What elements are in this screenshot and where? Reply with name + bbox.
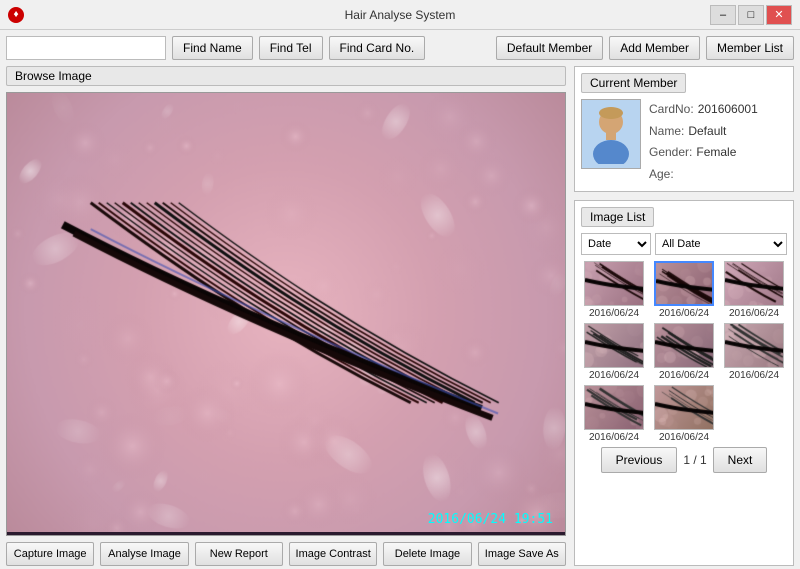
- thumbnail-item[interactable]: 2016/06/24: [651, 323, 717, 381]
- pagination: Previous 1 / 1 Next: [581, 447, 787, 473]
- right-panel: Current Member: [574, 66, 794, 566]
- image-list-label: Image List: [581, 207, 654, 227]
- thumbnail-image: [654, 261, 714, 306]
- thumbnail-item[interactable]: 2016/06/24: [581, 385, 647, 443]
- image-timestamp: 2016/06/24 19:51: [428, 512, 553, 527]
- member-list-button[interactable]: Member List: [706, 36, 794, 60]
- thumbnail-date: 2016/06/24: [589, 370, 639, 381]
- card-no-label: CardNo:: [649, 99, 694, 121]
- thumbnail-grid: 2016/06/24 2016/06/24 2016/06/24 2016/06/24…: [581, 261, 787, 443]
- image-save-as-button[interactable]: Image Save As: [478, 542, 566, 566]
- delete-image-button[interactable]: Delete Image: [383, 542, 471, 566]
- maximize-button[interactable]: □: [738, 5, 764, 25]
- card-no-value: 201606001: [698, 99, 758, 121]
- thumbnail-date: 2016/06/24: [659, 370, 709, 381]
- current-member-section: Current Member: [574, 66, 794, 192]
- find-card-no-button[interactable]: Find Card No.: [329, 36, 426, 60]
- title-bar-left: ♦: [8, 7, 24, 23]
- thumbnail-item[interactable]: 2016/06/24: [721, 261, 787, 319]
- next-button[interactable]: Next: [713, 447, 768, 473]
- search-input[interactable]: [6, 36, 166, 60]
- add-member-button[interactable]: Add Member: [609, 36, 700, 60]
- analyse-image-button[interactable]: Analyse Image: [100, 542, 188, 566]
- thumbnail-canvas: [655, 324, 714, 368]
- image-display: 2016/06/24 19:51: [6, 92, 566, 536]
- thumbnail-image: [584, 323, 644, 368]
- all-date-filter-select[interactable]: All Date 2016/06 2016/05: [655, 233, 787, 255]
- thumbnail-date: 2016/06/24: [659, 308, 709, 319]
- hair-image-canvas: [7, 93, 565, 532]
- top-bar-right: Default Member Add Member Member List: [496, 36, 794, 60]
- minimize-button[interactable]: –: [710, 5, 736, 25]
- thumbnail-item[interactable]: 2016/06/24: [581, 323, 647, 381]
- capture-image-button[interactable]: Capture Image: [6, 542, 94, 566]
- age-label: Age:: [649, 164, 674, 186]
- thumbnail-date: 2016/06/24: [589, 308, 639, 319]
- left-panel: Browse Image 2016/06/24 19:51 Capture Im…: [6, 66, 566, 566]
- thumbnail-canvas: [725, 324, 784, 368]
- member-details: CardNo: 201606001 Name: Default Gender: …: [649, 99, 758, 185]
- current-member-label: Current Member: [581, 73, 686, 93]
- card-no-row: CardNo: 201606001: [649, 99, 758, 121]
- gender-value: Female: [696, 142, 736, 164]
- thumbnail-canvas: [585, 262, 644, 306]
- age-row: Age:: [649, 164, 758, 186]
- image-list-section: Image List Date Month Year All Date 2016…: [574, 200, 794, 566]
- thumbnail-date: 2016/06/24: [659, 432, 709, 443]
- thumbnail-image: [584, 385, 644, 430]
- gender-row: Gender: Female: [649, 142, 758, 164]
- close-button[interactable]: ✕: [766, 5, 792, 25]
- thumbnail-canvas: [585, 324, 644, 368]
- thumbnail-canvas: [655, 386, 714, 430]
- app-icon: ♦: [8, 7, 24, 23]
- thumbnail-date: 2016/06/24: [729, 308, 779, 319]
- thumbnail-item[interactable]: 2016/06/24: [721, 323, 787, 381]
- thumbnail-image: [654, 323, 714, 368]
- window-controls: – □ ✕: [710, 5, 792, 25]
- name-value: Default: [688, 121, 726, 143]
- content-area: Browse Image 2016/06/24 19:51 Capture Im…: [6, 66, 794, 566]
- previous-button[interactable]: Previous: [601, 447, 678, 473]
- default-member-button[interactable]: Default Member: [496, 36, 603, 60]
- member-avatar: [581, 99, 641, 169]
- thumbnail-item[interactable]: 2016/06/24: [581, 261, 647, 319]
- new-report-button[interactable]: New Report: [195, 542, 283, 566]
- thumbnail-canvas: [725, 262, 784, 306]
- find-name-button[interactable]: Find Name: [172, 36, 253, 60]
- bottom-buttons: Capture Image Analyse Image New Report I…: [6, 542, 566, 566]
- gender-label: Gender:: [649, 142, 692, 164]
- top-bar: Find Name Find Tel Find Card No. Default…: [6, 36, 794, 60]
- page-info: 1 / 1: [683, 453, 706, 467]
- avatar-svg: [586, 104, 636, 164]
- name-row: Name: Default: [649, 121, 758, 143]
- title-bar: ♦ Hair Analyse System – □ ✕: [0, 0, 800, 30]
- thumbnail-item[interactable]: 2016/06/24: [651, 261, 717, 319]
- window-title: Hair Analyse System: [345, 8, 456, 22]
- thumbnail-image: [654, 385, 714, 430]
- thumbnail-image: [724, 261, 784, 306]
- find-tel-button[interactable]: Find Tel: [259, 36, 323, 60]
- thumbnail-image: [724, 323, 784, 368]
- image-contrast-button[interactable]: Image Contrast: [289, 542, 377, 566]
- thumbnail-image: [584, 261, 644, 306]
- main-content: Find Name Find Tel Find Card No. Default…: [0, 30, 800, 569]
- name-label: Name:: [649, 121, 684, 143]
- thumbnail-canvas: [585, 386, 644, 430]
- thumbnail-canvas: [656, 263, 714, 306]
- member-info: CardNo: 201606001 Name: Default Gender: …: [581, 99, 787, 185]
- browse-label: Browse Image: [6, 66, 566, 86]
- image-list-filters: Date Month Year All Date 2016/06 2016/05: [581, 233, 787, 255]
- date-filter-select[interactable]: Date Month Year: [581, 233, 651, 255]
- thumbnail-date: 2016/06/24: [589, 432, 639, 443]
- thumbnail-date: 2016/06/24: [729, 370, 779, 381]
- thumbnail-item[interactable]: 2016/06/24: [651, 385, 717, 443]
